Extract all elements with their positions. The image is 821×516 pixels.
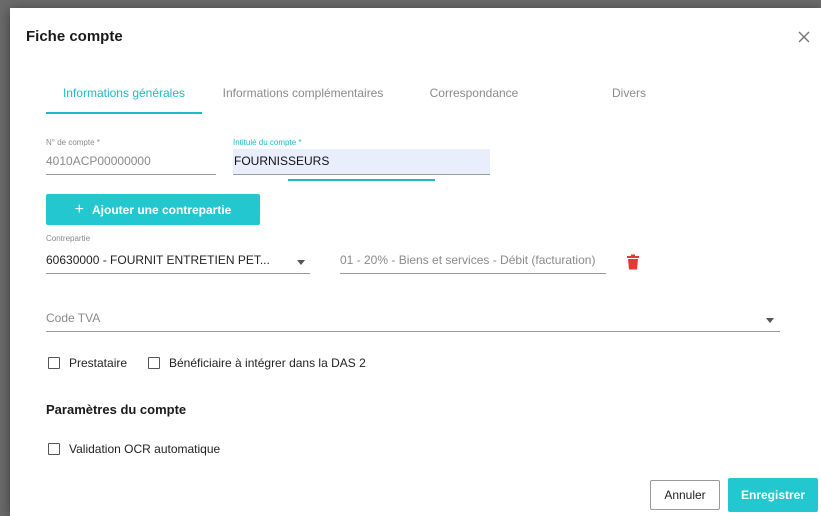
- beneficiaire-label: Bénéficiaire à intégrer dans la DAS 2: [169, 356, 366, 370]
- account-number-label: N° de compte *: [46, 138, 100, 147]
- tab-correspondence[interactable]: Correspondance: [422, 78, 526, 114]
- cancel-button[interactable]: Annuler: [650, 480, 720, 510]
- account-dialog: Fiche compte Informations générales Info…: [10, 8, 821, 516]
- beneficiaire-checkbox[interactable]: [148, 357, 160, 369]
- dialog-title: Fiche compte: [26, 28, 123, 45]
- validation-ocr-checkbox[interactable]: [48, 443, 60, 455]
- account-number-input[interactable]: 4010ACP00000000: [46, 149, 216, 175]
- account-title-label: Intitulé du compte *: [233, 138, 302, 147]
- validation-ocr-label: Validation OCR automatique: [69, 442, 221, 456]
- counterpart-chevron-down-icon[interactable]: [297, 260, 305, 265]
- add-counterpart-label: Ajouter une contrepartie: [91, 202, 232, 217]
- trash-icon[interactable]: [626, 254, 640, 270]
- code-tva-chevron-down-icon[interactable]: [766, 318, 774, 323]
- save-button[interactable]: Enregistrer: [728, 478, 818, 512]
- account-title-input[interactable]: FOURNISSEURS: [233, 149, 490, 175]
- account-settings-title: Paramètres du compte: [46, 402, 187, 417]
- prestataire-label: Prestataire: [69, 356, 128, 370]
- tab-additional-info[interactable]: Informations complémentaires: [214, 78, 392, 114]
- plus-icon: +: [74, 200, 84, 218]
- prestataire-row: Prestataire: [48, 356, 127, 370]
- tab-misc[interactable]: Divers: [602, 78, 656, 114]
- counterpart-label: Contrepartie: [46, 234, 91, 243]
- prestataire-checkbox[interactable]: [48, 357, 60, 369]
- tab-bar: Informations générales Informations comp…: [46, 78, 806, 114]
- code-tva-select[interactable]: Code TVA: [46, 306, 780, 332]
- counterpart-select[interactable]: 60630000 - FOURNIT ENTRETIEN PET...: [46, 248, 310, 274]
- add-counterpart-button[interactable]: + Ajouter une contrepartie: [46, 194, 260, 225]
- close-icon[interactable]: [795, 28, 813, 46]
- validation-ocr-row: Validation OCR automatique: [48, 442, 220, 456]
- focus-underline: [288, 179, 435, 181]
- beneficiaire-row: Bénéficiaire à intégrer dans la DAS 2: [148, 356, 366, 370]
- tab-general-info[interactable]: Informations générales: [46, 78, 202, 114]
- counterpart-vat-field[interactable]: 01 - 20% - Biens et services - Débit (fa…: [340, 248, 606, 274]
